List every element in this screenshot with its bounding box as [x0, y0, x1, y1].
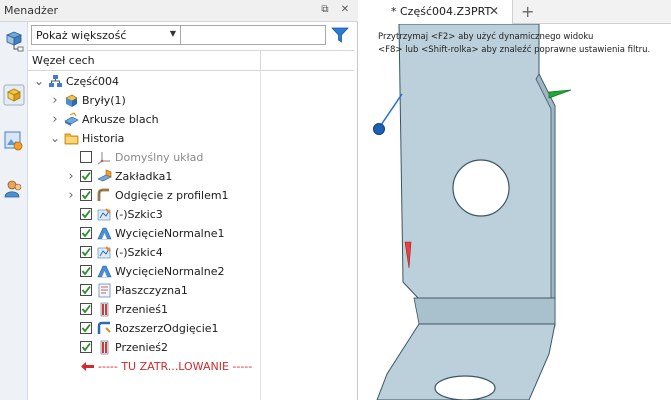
visibility-checkbox[interactable] [80, 151, 92, 163]
tree-row[interactable]: Przenieś1 [28, 300, 354, 319]
tree-item-label: Przenieś1 [115, 303, 169, 316]
feature-tree: ⌄ Część004 › Bryły(1) › Arkusze blach ⌄ Histori… [28, 72, 354, 400]
column-divider[interactable] [260, 51, 261, 71]
tree-row[interactable]: (-)Szkic3 [28, 205, 354, 224]
plane-icon [97, 283, 112, 298]
panel-title: Menadżer [4, 4, 59, 17]
filter-row: Pokaż większość ▼ [28, 25, 358, 47]
normal-cut-icon [97, 264, 112, 279]
tree-row[interactable]: Płaszczyzna1 [28, 281, 354, 300]
document-tab-label: * Część004.Z3PRT [391, 5, 492, 18]
document-tabbar: * Część004.Z3PRT ✕ + [359, 0, 671, 24]
tree-row[interactable]: (-)Szkic4 [28, 243, 354, 262]
document-tab[interactable]: * Część004.Z3PRT ✕ [359, 0, 513, 24]
tree-item-label: Bryły(1) [82, 94, 126, 107]
tree-item-label: Domyślny układ [115, 151, 204, 164]
filter-funnel-icon[interactable] [330, 26, 350, 44]
tree-item-label: (-)Szkic4 [115, 246, 163, 259]
chevron-right-icon[interactable]: › [50, 110, 60, 129]
tree-row[interactable]: WycięcieNormalne1 [28, 224, 354, 243]
dropdown-value: Pokaż większość [36, 29, 127, 42]
column-header-node: Węzeł cech [32, 54, 95, 67]
chevron-down-icon: ▼ [169, 29, 176, 38]
feature-tree-tab-icon[interactable] [3, 30, 25, 52]
tree-item-label: WycięcieNormalne1 [115, 227, 225, 240]
new-tab-icon[interactable]: + [521, 2, 534, 21]
pin-icon[interactable]: ⧉ [318, 3, 332, 17]
users-tab-icon[interactable] [3, 178, 25, 200]
part-assembly-icon [48, 74, 63, 89]
tree-item-label: Przenieś2 [115, 341, 169, 354]
tree-item-label: Odgięcie z profilem1 [115, 189, 229, 202]
search-input[interactable] [181, 25, 326, 45]
tree-item-label: RozszerzOdgięcie1 [115, 322, 219, 335]
tree-column-header: Węzeł cech [28, 50, 354, 71]
manager-side-toolbar [0, 22, 28, 400]
hint-line-1: Przytrzymaj <F2> aby użyć dynamicznego w… [378, 32, 594, 42]
panel-close-icon[interactable]: ✕ [338, 3, 352, 17]
tree-row[interactable]: RozszerzOdgięcie1 [28, 319, 354, 338]
profile-bend-icon [97, 188, 112, 203]
tree-row[interactable]: ⌄ Część004 [28, 72, 354, 91]
visibility-checkbox[interactable] [80, 341, 92, 353]
tree-row[interactable]: ----- TU ZATR...LOWANIE ----- [28, 357, 354, 376]
tree-row[interactable]: › Arkusze blach [28, 110, 354, 129]
chevron-right-icon[interactable]: › [66, 186, 76, 205]
visibility-filter-dropdown[interactable]: Pokaż większość ▼ [31, 25, 181, 45]
panel-titlebar: Menadżer ⧉ ✕ [0, 0, 358, 22]
sketch-icon [97, 245, 112, 260]
tree-item-label: Część004 [66, 75, 119, 88]
tree-item-label: WycięcieNormalne2 [115, 265, 225, 278]
view-manager-tab-icon[interactable] [3, 129, 25, 151]
tree-item-label: Arkusze blach [82, 113, 159, 126]
chevron-down-icon[interactable]: ⌄ [34, 72, 44, 91]
manager-panel: Menadżer ⧉ ✕ Pokaż większość ▼ Węzeł cec… [0, 0, 358, 400]
move-icon [97, 302, 112, 317]
visibility-checkbox[interactable] [80, 170, 92, 182]
close-tab-icon[interactable]: ✕ [489, 4, 499, 18]
visibility-checkbox[interactable] [80, 303, 92, 315]
visibility-checkbox[interactable] [80, 227, 92, 239]
tree-item-label: Płaszczyzna1 [115, 284, 188, 297]
tree-row[interactable]: › Zakładka1 [28, 167, 354, 186]
move-icon [97, 340, 112, 355]
tree-item-label: Historia [82, 132, 125, 145]
visibility-checkbox[interactable] [80, 322, 92, 334]
visibility-checkbox[interactable] [80, 265, 92, 277]
extend-bend-icon [97, 321, 112, 336]
sketch-icon [97, 207, 112, 222]
graphics-viewport[interactable]: * Część004.Z3PRT ✕ + Przytrzymaj <F2> ab… [359, 0, 671, 400]
tree-item-label: ----- TU ZATR...LOWANIE ----- [98, 360, 253, 373]
visibility-checkbox[interactable] [80, 189, 92, 201]
chevron-right-icon[interactable]: › [66, 167, 76, 186]
history-tab-icon[interactable] [3, 84, 25, 106]
chevron-down-icon[interactable]: ⌄ [50, 129, 60, 148]
rollback-arrow-icon [80, 359, 95, 374]
visibility-checkbox[interactable] [80, 246, 92, 258]
tree-row[interactable]: Domyślny układ [28, 148, 354, 167]
history-folder-icon [64, 131, 79, 146]
solids-icon [64, 93, 79, 108]
tree-row[interactable]: › Bryły(1) [28, 91, 354, 110]
tree-row[interactable]: Przenieś2 [28, 338, 354, 357]
tree-item-label: Zakładka1 [115, 170, 173, 183]
tree-row[interactable]: ⌄ Historia [28, 129, 354, 148]
flange-icon [97, 169, 112, 184]
visibility-checkbox[interactable] [80, 284, 92, 296]
sheets-icon [64, 112, 79, 127]
tree-row[interactable]: WycięcieNormalne2 [28, 262, 354, 281]
normal-cut-icon [97, 226, 112, 241]
chevron-right-icon[interactable]: › [50, 91, 60, 110]
tree-row[interactable]: › Odgięcie z profilem1 [28, 186, 354, 205]
part-3d-model[interactable] [359, 24, 671, 400]
visibility-checkbox[interactable] [80, 208, 92, 220]
default-csys-icon [97, 150, 112, 165]
hint-line-2: <F8> lub <Shift-rolka> aby znaleźć popra… [378, 45, 651, 55]
tree-item-label: (-)Szkic3 [115, 208, 163, 221]
